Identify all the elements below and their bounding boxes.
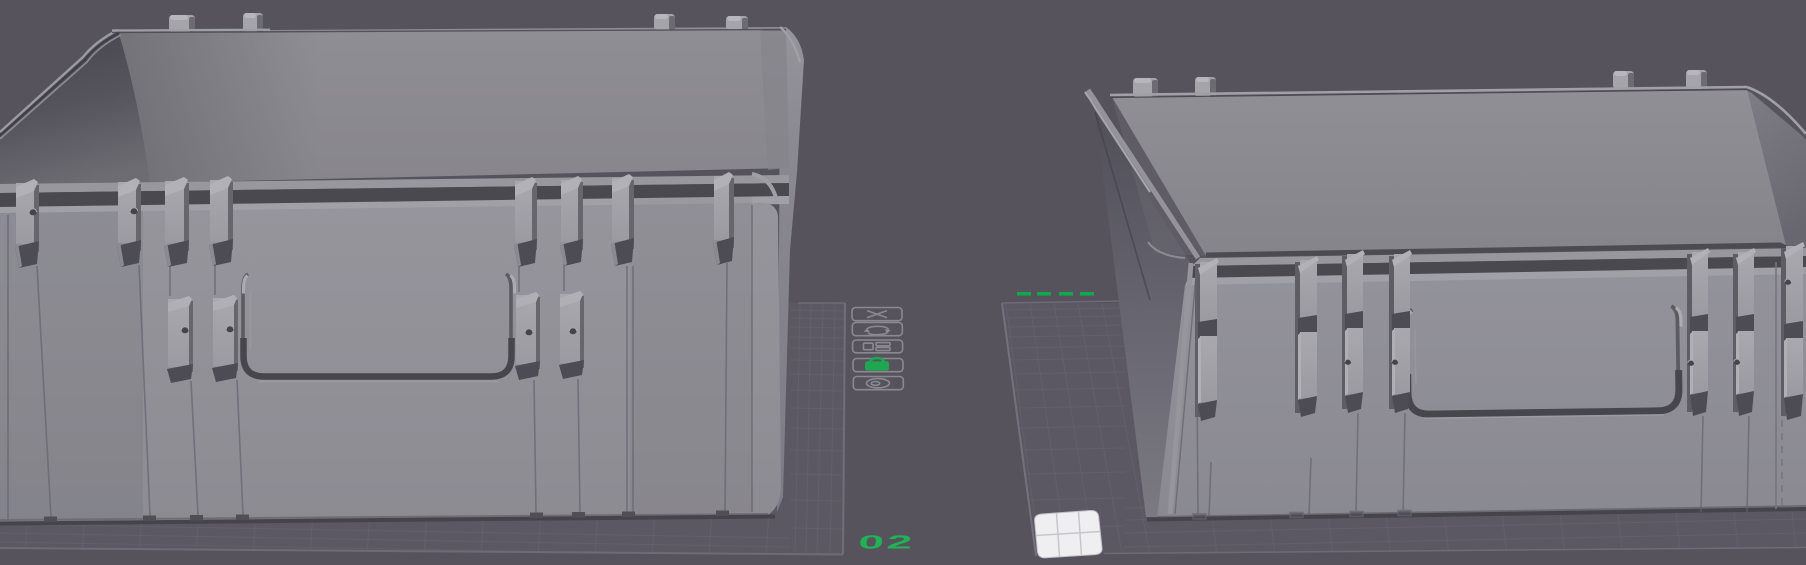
svg-text:02: 02 [857, 532, 916, 553]
